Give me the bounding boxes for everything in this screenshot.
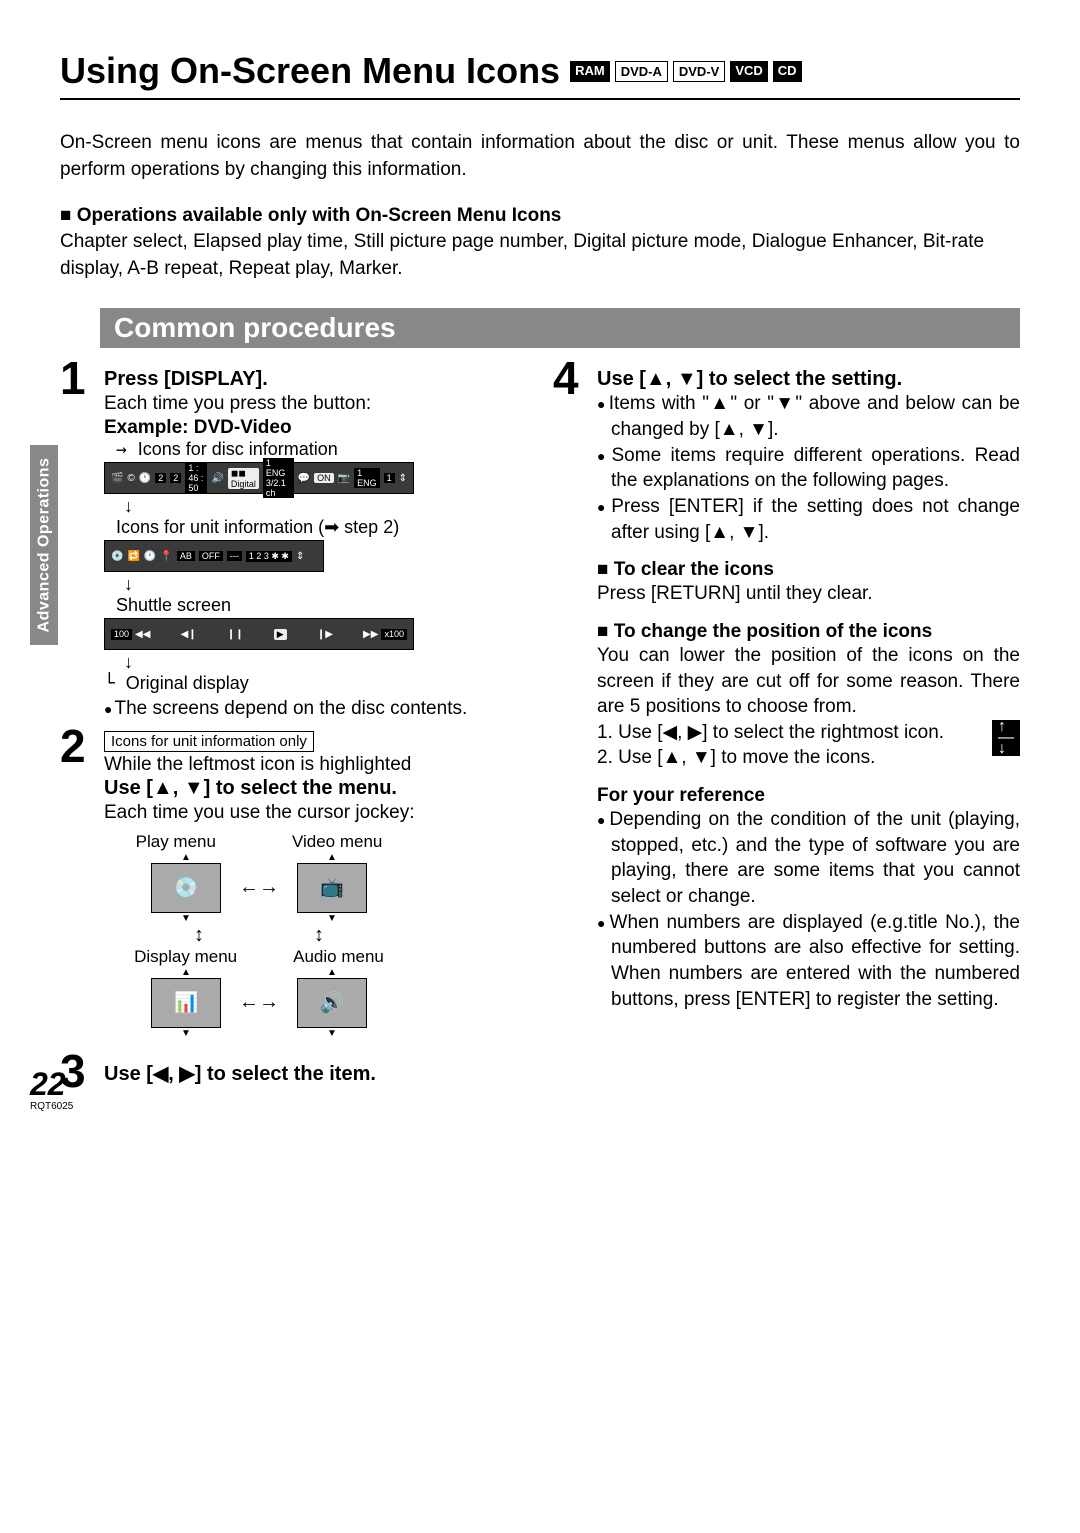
step-3-title: Use [◀, ▶] to select the item. [104,1061,527,1086]
badge-cd: CD [773,61,802,82]
example-label: Example: DVD-Video [104,417,527,439]
arrow-vert-icon: ↕ [314,924,324,947]
disc-info-label: → Icons for disc information [116,439,527,460]
step-4-title: Use [▲, ▼] to select the setting. [597,368,1020,391]
arrow-down-icon: ↓ [124,652,527,673]
clear-icons-text: Press [RETURN] until they clear. [597,581,1020,607]
osd-unit-info: 💿🔁🕐📍 AB OFF --- 1 2 3 ✱ ✱ ⇕ [104,540,324,572]
arrow-vert-icon: ↕ [194,924,204,947]
step-2-line2: Each time you use the cursor jockey: [104,800,527,826]
badge-dvdv: DVD-V [673,61,725,82]
display-menu-icon: 📊 [151,978,221,1028]
reference-bullet-2: When numbers are displayed (e.g.title No… [597,910,1020,1013]
arrow-down-icon: ↓ [124,574,527,595]
page-title: Using On-Screen Menu Icons RAM DVD-A DVD… [60,50,1020,100]
step-2-line1: While the leftmost icon is highlighted [104,752,527,778]
play-menu-icon: 💿 [151,863,221,913]
sidebar-tab: Advanced Operations [30,445,58,645]
osd-disc-info: 🎬©🕐 2 2 1 : 46 : 50 🔊 ◼◼ Digital 1 ENG 3… [104,462,414,494]
step-2-title: Use [▲, ▼] to select the menu. [104,777,527,800]
section-bar: Common procedures [100,308,1020,348]
sidebar-label: Advanced Operations [35,458,53,633]
menu-cycle-diagram: Play menu Video menu ▲💿▼ ←→ ▲📺▼ ↕ ↕ [104,832,414,1039]
step-4-bullet-1: Items with "▲" or "▼" above and below ca… [597,391,1020,442]
arrow-horiz-icon: ←→ [239,876,279,899]
arrow-down-icon: ↓ [124,496,527,517]
position-heading: To change the position of the icons [597,621,1020,643]
step-4-number: 4 [553,358,587,399]
page-footer: 22 RQT6025 [30,1066,73,1112]
reference-heading: For your reference [597,785,1020,807]
unit-info-label: Icons for unit information (➡ step 2) [116,517,527,538]
osd-shuttle: 100◀◀ ◀❙ ❙❙ ▶ ❙▶ ▶▶x100 [104,618,414,650]
step-1-bullet: The screens depend on the disc contents. [104,696,527,722]
step-2: 2 Icons for unit information only While … [60,726,527,1039]
position-icon: ↑—↓ [992,720,1020,756]
shuttle-label: Shuttle screen [116,595,527,616]
badge-ram: RAM [570,61,610,82]
position-text: You can lower the position of the icons … [597,643,1020,720]
step-2-number: 2 [60,726,94,767]
arrow-horiz-icon: ←→ [239,991,279,1014]
clear-icons-heading: To clear the icons [597,559,1020,581]
step-1: 1 Press [DISPLAY]. Each time you press t… [60,358,527,721]
step-3: 3 Use [◀, ▶] to select the item. [60,1051,527,1092]
position-step-2: 2. Use [▲, ▼] to move the icons. [597,745,1020,771]
step-4-bullet-3: Press [ENTER] if the setting does not ch… [597,494,1020,545]
badge-vcd: VCD [730,61,767,82]
step-2-boxnote: Icons for unit information only [104,731,314,752]
intro-text: On-Screen menu icons are menus that cont… [60,130,1020,183]
document-id: RQT6025 [30,1101,73,1112]
ops-list: Chapter select, Elapsed play time, Still… [60,229,1020,282]
disc-type-badges: RAM DVD-A DVD-V VCD CD [570,61,801,82]
step-1-number: 1 [60,358,94,399]
reference-bullet-1: Depending on the condition of the unit (… [597,807,1020,910]
ops-heading: Operations available only with On-Screen… [60,205,1020,227]
orig-display-label: └ Original display [104,673,527,694]
step-1-line: Each time you press the button: [104,391,527,417]
badge-dvda: DVD-A [615,61,668,82]
page-number: 22 [30,1066,73,1103]
audio-menu-icon: 🔊 [297,978,367,1028]
video-menu-icon: 📺 [297,863,367,913]
step-4: 4 Use [▲, ▼] to select the setting. Item… [553,358,1020,1012]
step-4-bullet-2: Some items require different operations.… [597,443,1020,494]
step-1-title: Press [DISPLAY]. [104,368,527,391]
position-step-1: 1. Use [◀, ▶] to select the rightmost ic… [597,720,1020,746]
